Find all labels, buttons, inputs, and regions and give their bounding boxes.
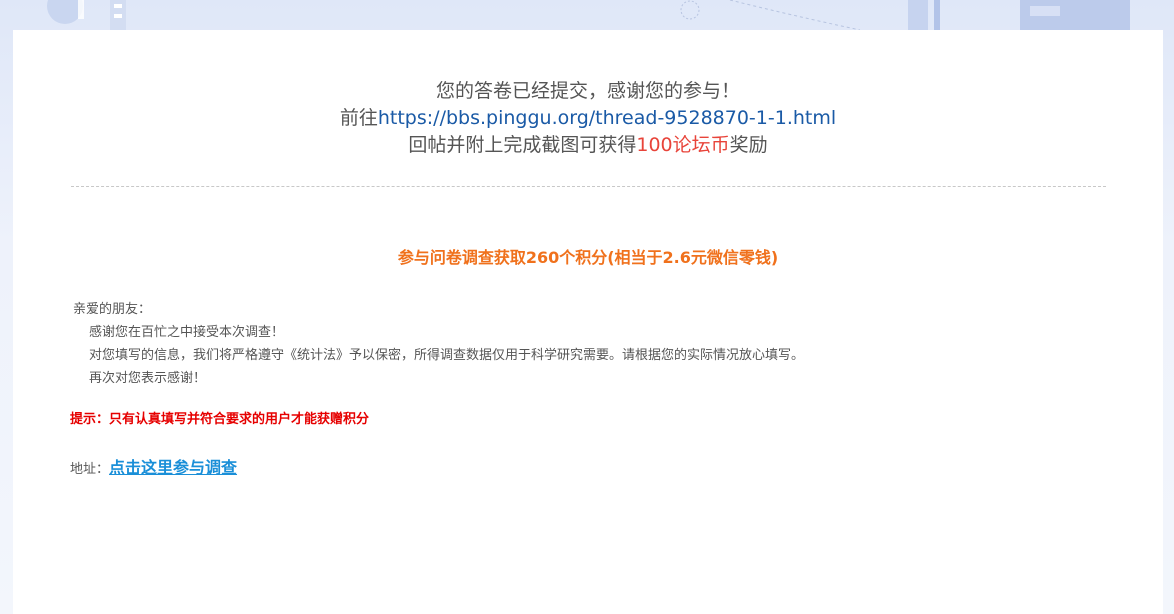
survey-address: 地址：点击这里参与调查 <box>70 454 237 478</box>
letter-body: 亲爱的朋友： 感谢您在百忙之中接受本次调查！ 对您填写的信息，我们将严格遵守《统… <box>73 298 804 390</box>
address-label: 地址： <box>70 462 110 477</box>
decorative-illustration-left <box>47 0 126 30</box>
reward-line: 回帖并附上完成截图可获得100论坛币奖励 <box>13 132 1163 159</box>
reward-amount: 100论坛币 <box>636 134 730 156</box>
letter-greeting: 亲爱的朋友： <box>73 302 152 317</box>
dashed-divider <box>71 186 1106 187</box>
forum-link-line: 前往https://bbs.pinggu.org/thread-9528870-… <box>13 105 1163 132</box>
join-survey-link[interactable]: 点击这里参与调查 <box>109 458 237 477</box>
forum-thread-link[interactable]: https://bbs.pinggu.org/thread-9528870-1-… <box>378 107 836 129</box>
reward-suffix: 奖励 <box>729 134 768 156</box>
tip-notice: 提示：只有认真填写并符合要求的用户才能获赠积分 <box>70 412 370 427</box>
page-background: 您的答卷已经提交，感谢您的参与！ 前往https://bbs.pinggu.or… <box>0 0 1174 614</box>
submission-message: 您的答卷已经提交，感谢您的参与！ 前往https://bbs.pinggu.or… <box>13 78 1163 159</box>
letter-line: 再次对您表示感谢！ <box>89 371 207 386</box>
reward-prefix: 回帖并附上完成截图可获得 <box>408 134 637 156</box>
content-card: 您的答卷已经提交，感谢您的参与！ 前往https://bbs.pinggu.or… <box>13 30 1163 614</box>
survey-title: 参与问卷调查获取260个积分(相当于2.6元微信零钱) <box>397 248 779 267</box>
submitted-thanks-text: 您的答卷已经提交，感谢您的参与！ <box>435 80 740 102</box>
letter-line: 感谢您在百忙之中接受本次调查！ <box>89 325 285 340</box>
decorative-dashed-curve <box>680 0 861 30</box>
decorative-illustration-right <box>908 0 1130 30</box>
forum-link-prefix: 前往 <box>339 107 378 129</box>
letter-line: 对您填写的信息，我们将严格遵守《统计法》予以保密，所得调查数据仅用于科学研究需要… <box>89 348 805 363</box>
